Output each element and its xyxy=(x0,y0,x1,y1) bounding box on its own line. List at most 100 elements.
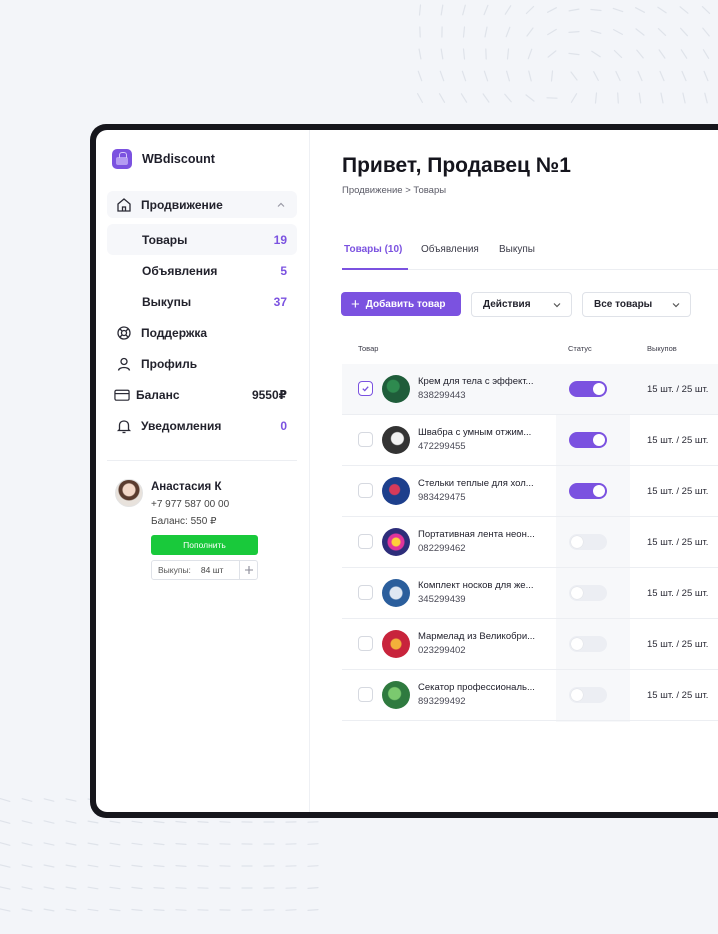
actions-label: Действия xyxy=(483,299,531,310)
card-icon xyxy=(114,387,130,403)
row-checkbox[interactable] xyxy=(358,636,373,651)
sidebar-item-support[interactable]: Поддержка xyxy=(107,317,297,348)
sidebar-item-profile[interactable]: Профиль xyxy=(107,348,297,379)
sidebar-item-products[interactable]: Товары 19 xyxy=(107,224,297,255)
product-name[interactable]: Крем для тела с эффект... xyxy=(418,376,533,387)
breadcrumb[interactable]: Продвижение > Товары xyxy=(342,185,446,196)
sidebar-item-count: 5 xyxy=(280,263,287,278)
chevron-down-icon xyxy=(552,300,562,310)
row-checkbox[interactable] xyxy=(358,483,373,498)
row-checkbox[interactable] xyxy=(358,585,373,600)
table-row[interactable]: Швабра с умным отжим... 472299455 15 шт. /… xyxy=(342,415,718,466)
sidebar-item-label: Поддержка xyxy=(141,325,208,340)
status-toggle[interactable] xyxy=(569,636,607,652)
column-header-purchases[interactable]: Выкупов xyxy=(647,344,677,353)
main-content: Привет, Продавец №1 Продвижение > Товары… xyxy=(310,130,718,812)
column-header-product[interactable]: Товар xyxy=(358,344,378,353)
sidebar-item-count: 19 xyxy=(273,232,287,247)
check-icon xyxy=(362,386,369,392)
product-name[interactable]: Комплект носков для же... xyxy=(418,580,534,591)
filter-label: Все товары xyxy=(594,299,653,310)
plus-icon: + xyxy=(351,295,360,313)
row-checkbox[interactable] xyxy=(358,432,373,447)
user-icon xyxy=(116,356,132,372)
status-toggle[interactable] xyxy=(569,585,607,601)
bell-icon xyxy=(116,418,132,434)
home-icon xyxy=(116,197,132,213)
purchases-count: 15 шт. / 25 шт. xyxy=(647,486,709,497)
table-row[interactable]: Комплект носков для же... 345299439 15 шт.… xyxy=(342,568,718,619)
row-checkbox[interactable] xyxy=(358,534,373,549)
product-sku: 082299462 xyxy=(418,543,466,554)
filter-dropdown[interactable]: Все товары xyxy=(582,292,691,317)
purchases-count: 15 шт. / 25 шт. xyxy=(647,537,709,548)
status-toggle[interactable] xyxy=(569,432,607,448)
purchases-count: 15 шт. / 25 шт. xyxy=(647,690,709,701)
tab-active-indicator xyxy=(342,268,408,270)
brand[interactable]: WBdiscount xyxy=(112,149,215,169)
chevron-down-icon xyxy=(671,300,681,310)
product-name[interactable]: Мармелад из Великобри... xyxy=(418,631,535,642)
status-toggle[interactable] xyxy=(569,483,607,499)
sidebar-group-promotion[interactable]: Продвижение xyxy=(107,191,297,218)
sidebar-item-label: Товары xyxy=(142,232,188,247)
sidebar-group-label: Продвижение xyxy=(141,197,223,212)
sidebar-item-count: 37 xyxy=(273,294,287,309)
tab-products[interactable]: Товары (10) xyxy=(344,244,402,255)
purchases-count: 15 шт. / 25 шт. xyxy=(647,588,709,599)
product-sku: 472299455 xyxy=(418,441,466,452)
purchases-count: 15 шт. / 25 шт. xyxy=(647,435,709,446)
product-thumbnail xyxy=(382,528,410,556)
sidebar-item-notifications[interactable]: Уведомления 0 xyxy=(107,410,297,441)
table-row[interactable]: Секатор профессиональ... 893299492 15 шт. … xyxy=(342,670,718,721)
sidebar-divider xyxy=(107,460,297,461)
product-thumbnail xyxy=(382,477,410,505)
sidebar-item-ads[interactable]: Объявления 5 xyxy=(107,255,297,286)
status-toggle[interactable] xyxy=(569,534,607,550)
support-icon xyxy=(116,325,132,341)
add-product-button[interactable]: + Добавить товар xyxy=(341,292,461,316)
status-toggle[interactable] xyxy=(569,687,607,703)
plus-icon[interactable] xyxy=(239,561,257,579)
avatar[interactable] xyxy=(115,479,143,507)
sidebar-item-label: Профиль xyxy=(141,356,198,371)
purchases-count: 15 шт. / 25 шт. xyxy=(647,384,709,395)
row-checkbox[interactable] xyxy=(358,381,373,396)
brand-name: WBdiscount xyxy=(142,152,215,166)
table-row[interactable]: Мармелад из Великобри... 023299402 15 шт. … xyxy=(342,619,718,670)
product-thumbnail xyxy=(382,630,410,658)
sidebar-item-purchases[interactable]: Выкупы 37 xyxy=(107,286,297,317)
tabs: Товары (10) Объявления Выкупы xyxy=(342,242,718,270)
table-row[interactable]: Крем для тела с эффект... 838299443 15 шт.… xyxy=(342,364,718,415)
sidebar-item-label: Баланс xyxy=(136,387,180,402)
product-name[interactable]: Швабра с умным отжим... xyxy=(418,427,531,438)
product-thumbnail xyxy=(382,375,410,403)
actions-dropdown[interactable]: Действия xyxy=(471,292,572,317)
column-header-status[interactable]: Статус xyxy=(568,344,592,353)
app-screen: WBdiscount Продвижение Товары 19 Объявле… xyxy=(96,130,718,812)
sidebar: WBdiscount Продвижение Товары 19 Объявле… xyxy=(96,130,310,812)
chevron-up-icon[interactable] xyxy=(275,199,287,211)
add-product-label: Добавить товар xyxy=(365,298,446,310)
brand-logo-icon xyxy=(112,149,132,169)
sidebar-item-label: Выкупы xyxy=(142,294,192,309)
purchases-value: 84 шт xyxy=(200,565,224,575)
table-row[interactable]: Портативная лента неон... 082299462 15 шт.… xyxy=(342,517,718,568)
product-sku: 345299439 xyxy=(418,594,466,605)
product-sku: 893299492 xyxy=(418,696,466,707)
status-toggle[interactable] xyxy=(569,381,607,397)
tab-ads[interactable]: Объявления xyxy=(421,244,479,255)
notifications-count: 0 xyxy=(280,418,287,433)
product-thumbnail xyxy=(382,681,410,709)
sidebar-item-balance[interactable]: Баланс 9550₽ xyxy=(107,379,297,410)
product-name[interactable]: Портативная лента неон... xyxy=(418,529,535,540)
tab-purchases[interactable]: Выкупы xyxy=(499,244,535,255)
product-sku: 983429475 xyxy=(418,492,466,503)
topup-button[interactable]: Пополнить xyxy=(151,535,258,555)
product-name[interactable]: Стельки теплые для хол... xyxy=(418,478,534,489)
table-row[interactable]: Стельки теплые для хол... 983429475 15 шт.… xyxy=(342,466,718,517)
page-title: Привет, Продавец №1 xyxy=(342,154,571,177)
row-checkbox[interactable] xyxy=(358,687,373,702)
product-name[interactable]: Секатор профессиональ... xyxy=(418,682,535,693)
sidebar-item-label: Объявления xyxy=(142,263,218,278)
